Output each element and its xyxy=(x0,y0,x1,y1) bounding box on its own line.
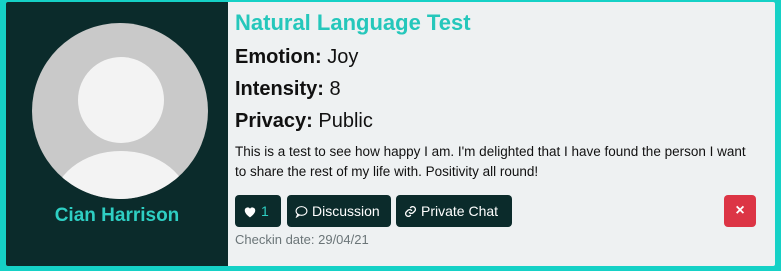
emotion-value: Joy xyxy=(327,46,359,68)
user-panel: Cian Harrison xyxy=(6,2,228,266)
intensity-row: Intensity: 8 xyxy=(235,78,341,101)
heart-icon xyxy=(243,205,257,218)
checkin-description: This is a test to see how happy I am. I'… xyxy=(235,144,746,179)
discussion-button[interactable]: Discussion xyxy=(287,195,391,227)
page-frame: Cian Harrison Natural Language Test Emot… xyxy=(0,0,781,271)
privacy-value: Public xyxy=(318,110,373,132)
emotion-label: Emotion: xyxy=(235,46,322,68)
discussion-label: Discussion xyxy=(312,203,380,219)
checkin-title: Natural Language Test xyxy=(235,10,471,35)
like-button[interactable]: 1 xyxy=(235,195,281,227)
privacy-label: Privacy: xyxy=(235,110,313,132)
close-icon: × xyxy=(735,202,745,219)
private-chat-button[interactable]: Private Chat xyxy=(396,195,512,227)
delete-button[interactable]: × xyxy=(724,195,756,227)
intensity-label: Intensity: xyxy=(235,78,324,100)
private-chat-label: Private Chat xyxy=(421,203,499,219)
checkin-card: Cian Harrison Natural Language Test Emot… xyxy=(6,2,775,266)
avatar-body xyxy=(52,151,190,199)
like-count: 1 xyxy=(261,203,269,219)
checkin-date: Checkin date: 29/04/21 xyxy=(235,232,369,247)
avatar-head xyxy=(78,57,164,143)
intensity-value: 8 xyxy=(329,78,341,100)
speech-bubble-icon xyxy=(295,205,308,218)
checkin-content: Natural Language Test Emotion: Joy Inten… xyxy=(235,2,775,266)
privacy-row: Privacy: Public xyxy=(235,110,373,133)
avatar[interactable] xyxy=(32,23,208,199)
emotion-row: Emotion: Joy xyxy=(235,46,358,69)
link-icon xyxy=(404,205,417,218)
user-name[interactable]: Cian Harrison xyxy=(6,205,228,227)
